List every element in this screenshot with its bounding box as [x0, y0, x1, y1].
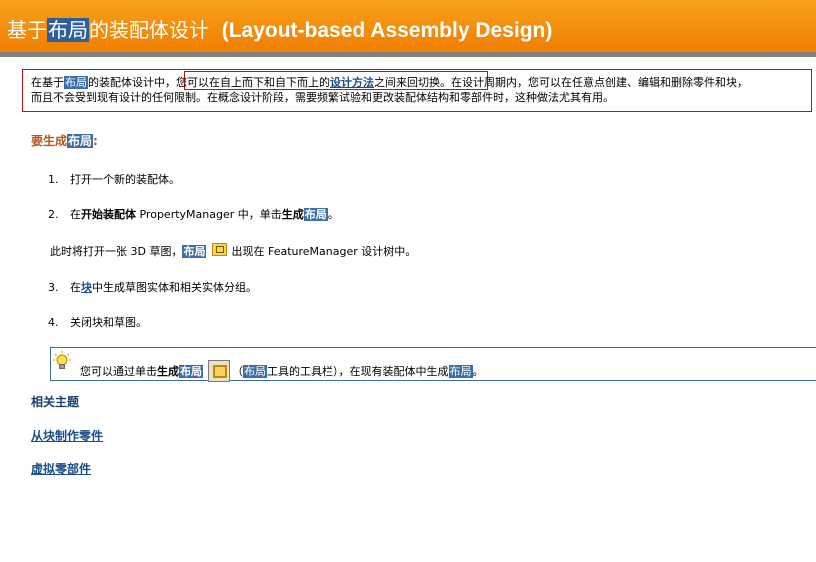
- title-suffix: 的装配体设计: [89, 18, 209, 42]
- lightbulb-icon: [53, 351, 71, 369]
- step-text: 中生成草图实体和相关实体分组。: [92, 281, 257, 294]
- page-title: 基于布局的装配体设计 (Layout-based Assembly Design…: [7, 18, 552, 43]
- tip-bold-text: 生成: [157, 365, 179, 378]
- step-number: 1.: [48, 173, 59, 186]
- intro-text: 在设计周期内，您可以在任意点创建、编辑和删除零件和块，: [451, 76, 748, 89]
- note-text: 此时将打开一张 3D 草图，: [50, 245, 183, 258]
- search-highlight: 布局: [67, 134, 94, 148]
- intro-paragraph: 在基于布局的装配体设计中，您可以在自上而下和自下而上的设计方法之间来回切换。在设…: [31, 75, 816, 105]
- step-text: 在: [70, 281, 81, 294]
- tip-border-left: [50, 347, 51, 380]
- step-text: PropertyManager 中，单击: [136, 208, 282, 221]
- step-text: 打开一个新的装配体。: [70, 173, 180, 186]
- search-highlight: 布局: [243, 365, 267, 378]
- virtual-components-link[interactable]: 虚拟零部件: [31, 460, 91, 477]
- step-2: 2. 在开始装配体 PropertyManager 中，单击生成布局。: [48, 206, 339, 222]
- tip-text-part: 工具的工具栏），在现有装配体中生成: [267, 365, 449, 378]
- howto-heading-colon: :: [93, 134, 98, 148]
- make-part-from-block-link[interactable]: 从块制作零件: [31, 427, 103, 444]
- layout-icon: [212, 243, 228, 256]
- search-highlight: 布局: [64, 76, 88, 89]
- step-bold-text: 开始装配体: [81, 208, 136, 221]
- intro-text: 在基于: [31, 76, 64, 89]
- layout-toolbar-button[interactable]: [208, 360, 230, 382]
- blocks-link[interactable]: 块: [81, 281, 92, 294]
- tip-text-part: 。: [472, 365, 484, 378]
- tip-text: 您可以通过单击生成布局 （布局工具的工具栏），在现有装配体中生成布局。: [80, 360, 484, 382]
- intro-line-2: 而且不会受到现有设计的任何限制。在概念设计阶段，需要频繁试验和更改装配体结构和零…: [31, 91, 614, 104]
- related-topics-heading: 相关主题: [31, 395, 80, 409]
- search-highlight: 布局: [182, 245, 207, 258]
- step-3: 3. 在块中生成草图实体和相关实体分组。: [48, 279, 257, 295]
- design-methods-link[interactable]: 设计方法: [330, 76, 374, 89]
- step-bold-text: 生成: [281, 208, 304, 221]
- intro-text: 之间来回切换。: [374, 76, 451, 89]
- tip-border-top: [50, 347, 816, 348]
- step-number: 4.: [48, 316, 59, 329]
- howto-heading: 要生成布局:: [31, 132, 98, 149]
- title-prefix: 基于: [7, 18, 47, 42]
- step-number: 3.: [48, 281, 59, 294]
- step-text: 。: [327, 208, 339, 221]
- title-english: (Layout-based Assembly Design): [221, 19, 553, 42]
- search-highlight: 布局: [303, 208, 328, 221]
- step-4: 4. 关闭块和草图。: [48, 314, 147, 330]
- title-highlight: 布局: [47, 18, 89, 42]
- tip-text-part: 您可以通过单击: [80, 365, 157, 378]
- step-number: 2.: [48, 208, 59, 221]
- intro-text: 您可以在自上而下和自下而上的: [176, 76, 330, 89]
- title-banner: 基于布局的装配体设计 (Layout-based Assembly Design…: [0, 0, 816, 52]
- search-highlight: 布局: [448, 365, 473, 378]
- step-text: 关闭块和草图。: [70, 316, 147, 329]
- intro-text: 的装配体设计中，: [88, 76, 176, 89]
- tip-text-part: （: [232, 365, 243, 378]
- step-2-note: 此时将打开一张 3D 草图，布局 出现在 FeatureManager 设计树中。: [50, 243, 416, 259]
- search-highlight: 布局: [179, 365, 203, 378]
- howto-heading-text: 要生成: [31, 134, 68, 148]
- step-text: 在: [70, 208, 81, 221]
- note-text: 出现在 FeatureManager 设计树中。: [231, 245, 417, 258]
- intro-line-1: 在基于布局的装配体设计中，您可以在自上而下和自下而上的设计方法之间来回切换。在设…: [31, 75, 816, 90]
- step-1: 1. 打开一个新的装配体。: [48, 171, 180, 187]
- banner-divider: [0, 52, 816, 57]
